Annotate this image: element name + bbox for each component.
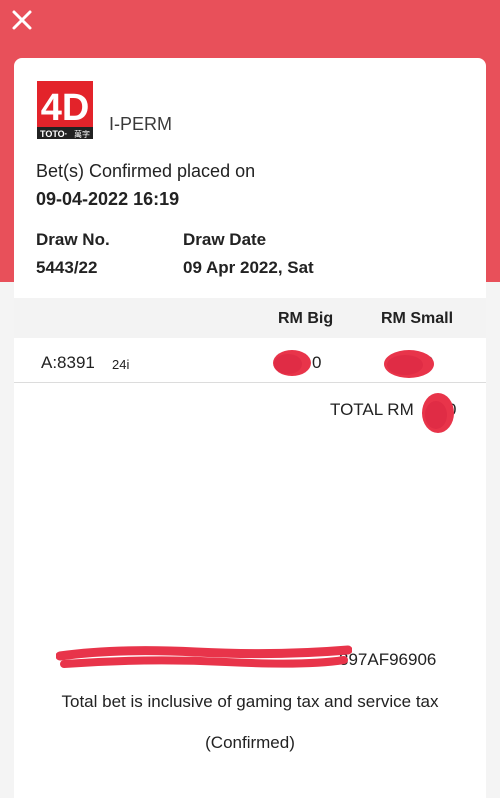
draw-no-value: 5443/22: [36, 258, 98, 277]
column-header-big: RM Big: [278, 310, 334, 327]
product-name: I-PERM: [109, 114, 172, 134]
status-text: (Confirmed): [205, 733, 295, 752]
redaction-mark-small: [381, 346, 437, 382]
redaction-mark-reference: [56, 644, 352, 674]
reference-code: 397AF96906: [339, 650, 437, 669]
tax-note: Total bet is inclusive of gaming tax and…: [61, 692, 439, 711]
column-header-small: RM Small: [381, 310, 454, 327]
confirm-text: Bet(s) Confirmed placed on: [36, 161, 256, 181]
total-label: TOTAL RM: [330, 400, 414, 419]
redaction-mark-big: [270, 346, 314, 380]
draw-date-label: Draw Date: [183, 230, 267, 249]
logo-main-text: 4D: [41, 87, 90, 129]
ticket-card: 4D TOTO· 萬字 I-PERM Bet(s) Confirmed plac…: [14, 58, 486, 798]
confirm-datetime: 09-04-2022 16:19: [36, 189, 180, 209]
draw-no-label: Draw No.: [36, 230, 110, 249]
logo-sub-text-cn: 萬字: [74, 129, 90, 139]
bet-type: 24i: [112, 357, 130, 372]
bet-number: A:8391: [41, 353, 95, 372]
toto-4d-logo: 4D TOTO· 萬字: [36, 80, 94, 140]
row-divider: [14, 382, 486, 383]
redaction-mark-total: [418, 391, 458, 435]
logo-sub-text: TOTO·: [40, 129, 68, 139]
close-icon[interactable]: [8, 6, 36, 34]
draw-date-value: 09 Apr 2022, Sat: [183, 258, 314, 277]
